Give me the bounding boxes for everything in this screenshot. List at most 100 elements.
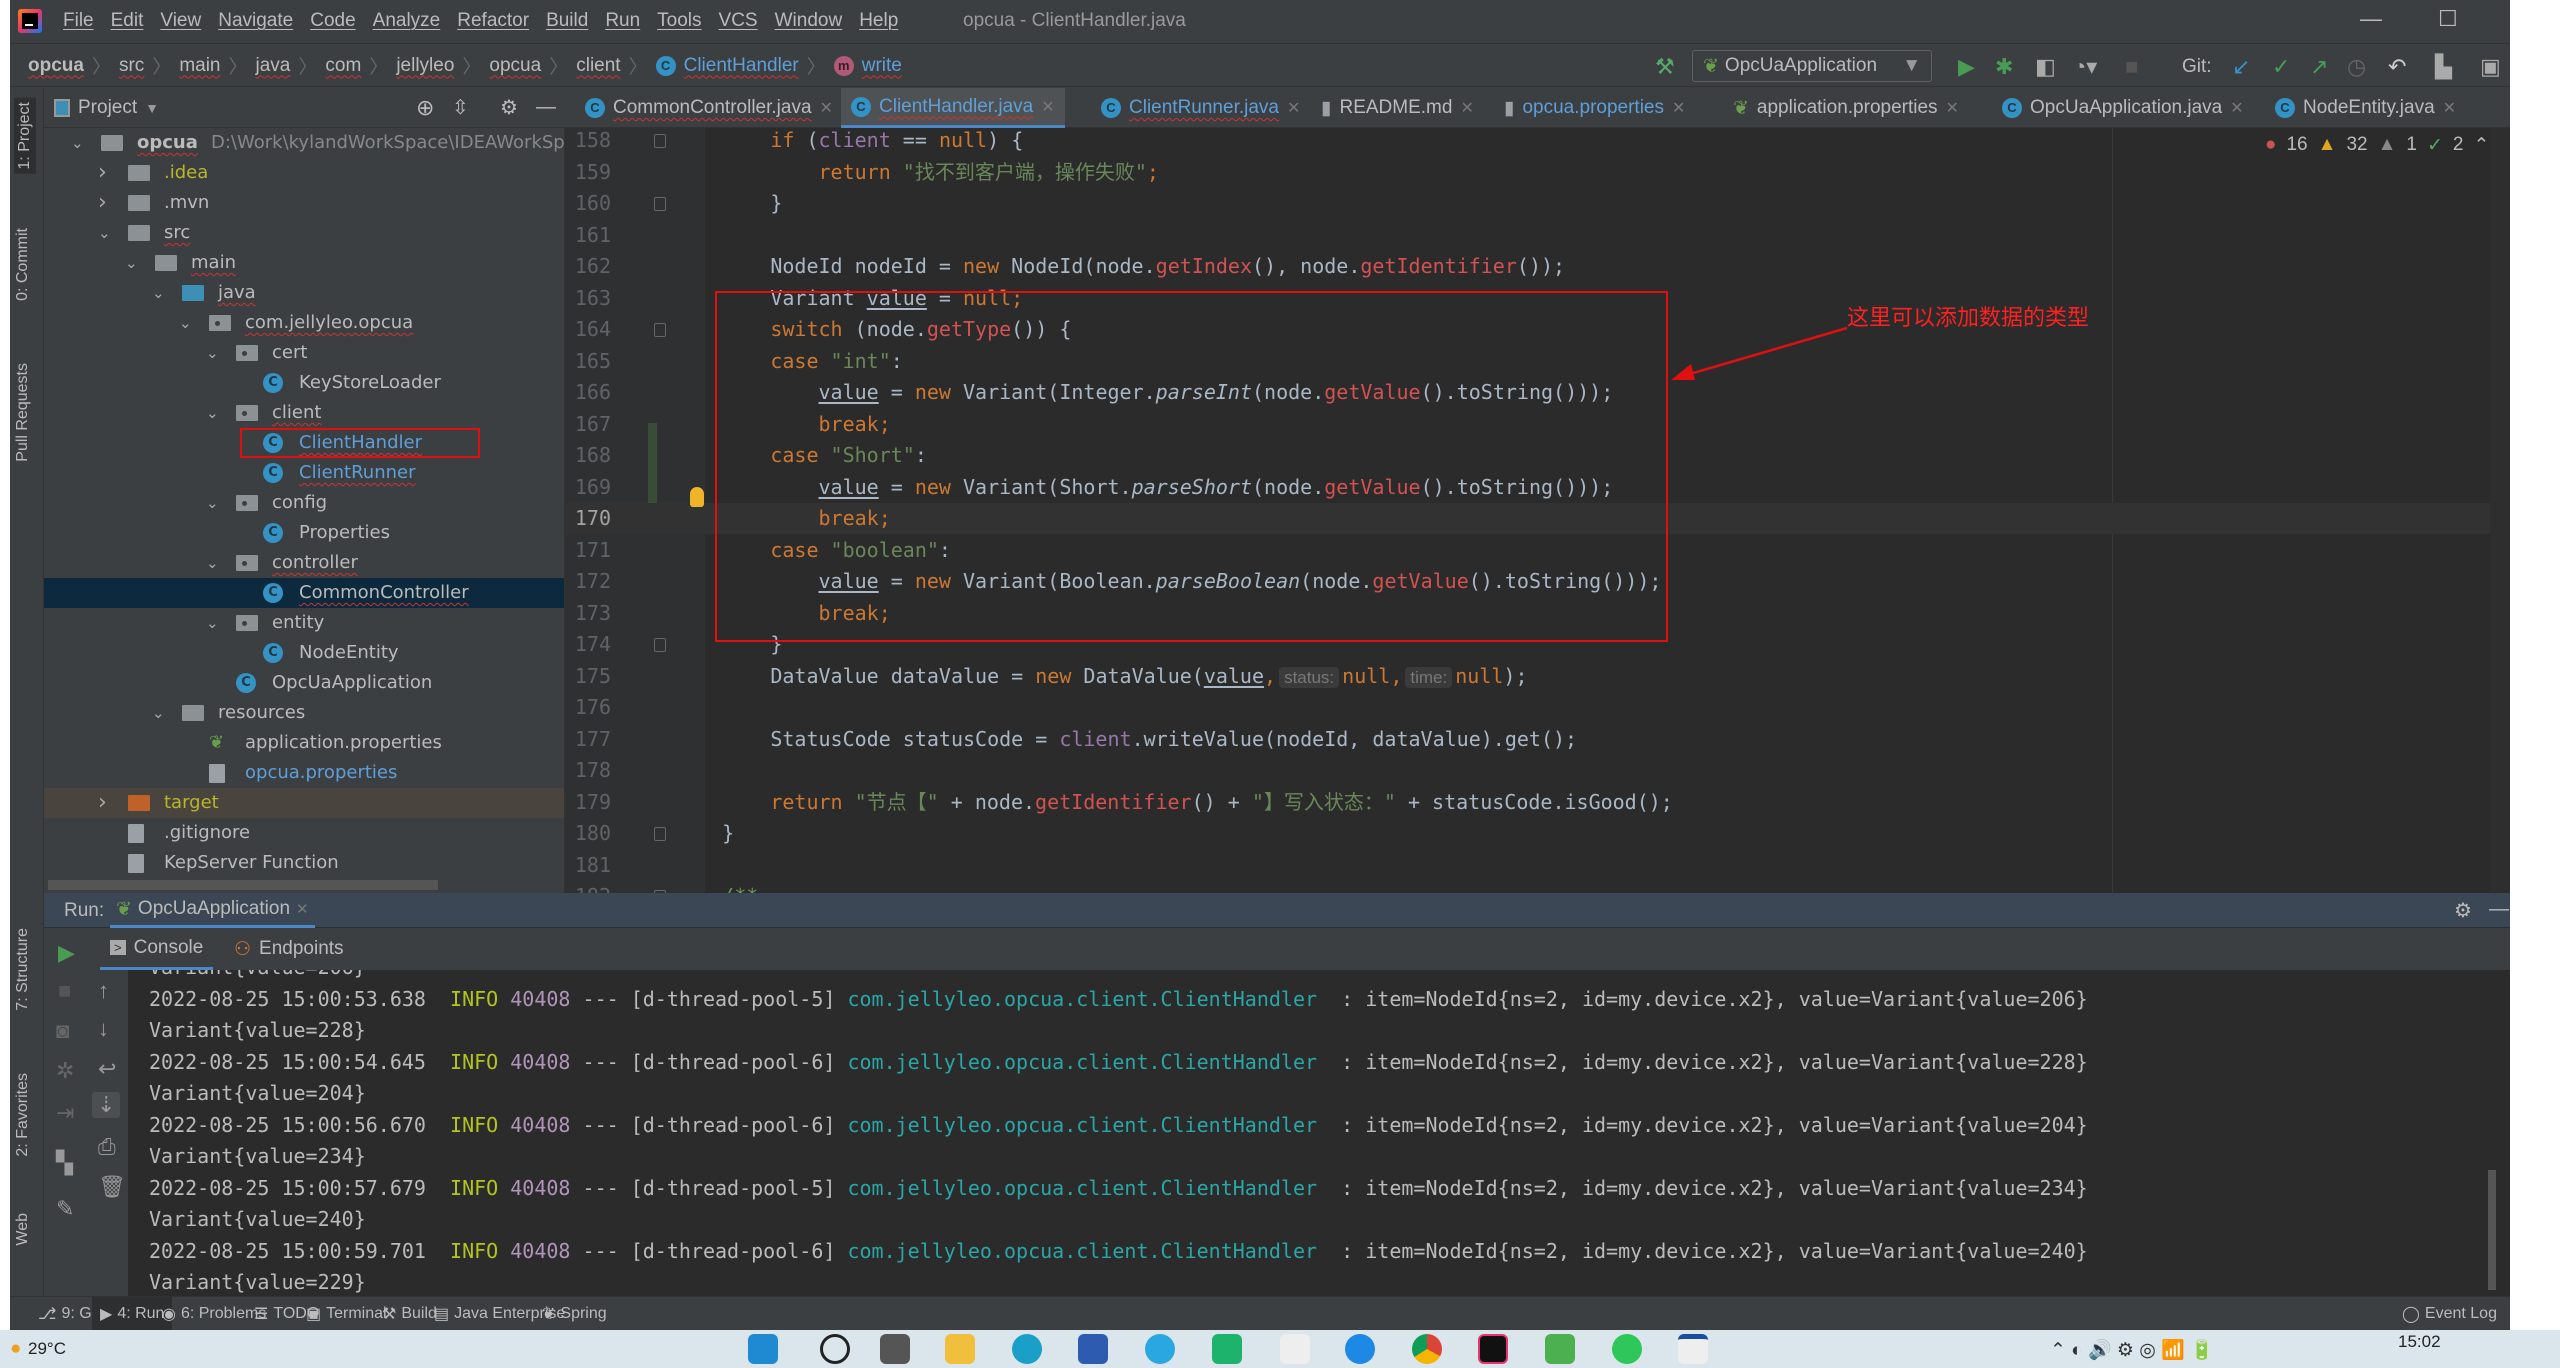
chevron-down-icon[interactable]: ⌄: [206, 548, 226, 578]
menu-refactor[interactable]: Refactor: [457, 10, 529, 32]
arrow-up-icon[interactable]: ↑: [98, 978, 109, 1004]
tree-item[interactable]: › target: [44, 788, 564, 818]
coverage-icon[interactable]: ◧: [2035, 54, 2056, 80]
tree-item[interactable]: ⌄ controller: [44, 548, 564, 578]
run-icon[interactable]: ▶: [1958, 54, 1975, 80]
menu-build[interactable]: Build: [546, 10, 588, 32]
minimize-button[interactable]: —: [2360, 6, 2382, 32]
tree-item[interactable]: C CommonController: [44, 578, 564, 608]
close-icon[interactable]: ✕: [1672, 98, 1685, 118]
tool-project[interactable]: 1: Project: [14, 98, 36, 174]
camera-icon[interactable]: ◙: [56, 1018, 69, 1044]
menu-view[interactable]: View: [160, 10, 201, 32]
menu-help[interactable]: Help: [859, 10, 898, 32]
store-icon[interactable]: [1078, 1334, 1108, 1364]
chevron-down-icon[interactable]: ⌄: [152, 698, 172, 728]
collapse-all-icon[interactable]: ⇳: [452, 95, 469, 120]
chevron-down-icon[interactable]: ⌄: [98, 218, 118, 248]
tree-item[interactable]: ⌄ entity: [44, 608, 564, 638]
chevron-down-icon[interactable]: ⌄: [179, 308, 199, 338]
app-icon[interactable]: [1545, 1334, 1575, 1364]
git-commit-icon[interactable]: ✓: [2272, 54, 2290, 80]
toggle-panel-icon[interactable]: ▣: [2480, 54, 2501, 80]
clock[interactable]: 15:02: [2398, 1332, 2441, 1352]
app-icon[interactable]: [1145, 1334, 1175, 1364]
event-log-button[interactable]: ◯ Event Log: [2402, 1304, 2497, 1324]
previous-highlight-icon[interactable]: ⌃: [2473, 134, 2489, 157]
trash-icon[interactable]: 🗑: [98, 1174, 126, 1200]
edge-icon[interactable]: [1012, 1334, 1042, 1364]
gear-icon[interactable]: ⚙: [500, 95, 518, 120]
tab-clienthandler-java[interactable]: C ClientHandler.java ✕: [841, 88, 1065, 128]
tree-item[interactable]: › .idea: [44, 158, 564, 188]
chevron-right-icon[interactable]: ›: [98, 188, 118, 218]
project-structure-icon[interactable]: ▙: [2435, 54, 2452, 80]
restore-icon[interactable]: ✲: [56, 1058, 74, 1084]
run-config-tab[interactable]: ❦ OpcUaApplication ✕: [110, 893, 315, 928]
fold-marker-icon[interactable]: [654, 638, 666, 652]
tool-commit[interactable]: 0: Commit: [14, 228, 32, 301]
lightbulb-icon[interactable]: [690, 487, 704, 507]
close-icon[interactable]: ✕: [820, 98, 833, 118]
tree-item[interactable]: KepServer Function: [44, 848, 564, 878]
tree-item[interactable]: ⌄ src: [44, 218, 564, 248]
tool-9-git[interactable]: ⎇ 9: Git: [38, 1304, 100, 1324]
task-view-icon[interactable]: [880, 1334, 910, 1364]
editor-scrollbar[interactable]: [2490, 128, 2510, 893]
tab-endpoints[interactable]: ⚇ Endpoints: [234, 928, 344, 970]
tab-opcua-properties[interactable]: ▮ opcua.properties ✕: [1494, 88, 1695, 128]
tab-console[interactable]: > Console: [100, 928, 214, 970]
profiler-icon[interactable]: ◔▾: [2073, 54, 2097, 80]
chevron-down-icon[interactable]: ⌄: [71, 128, 91, 158]
tool-favorites[interactable]: 2: Favorites: [14, 1073, 32, 1157]
chevron-down-icon[interactable]: ⌄: [206, 338, 226, 368]
tree-item[interactable]: opcua.properties: [44, 758, 564, 788]
chrome-icon[interactable]: [1412, 1334, 1442, 1364]
history-icon[interactable]: ◷: [2347, 54, 2366, 80]
tree-item[interactable]: ⌄ client: [44, 398, 564, 428]
file-explorer-icon[interactable]: [945, 1334, 975, 1364]
menu-run[interactable]: Run: [605, 10, 640, 32]
tab-opcuaapplication-java[interactable]: C OpcUaApplication.java ✕: [1992, 88, 2254, 128]
close-icon[interactable]: ✕: [1460, 98, 1473, 118]
tree-item[interactable]: ⌄ resources: [44, 698, 564, 728]
tab-readme-md[interactable]: ▮ README.md ✕: [1311, 88, 1484, 128]
fold-marker-icon[interactable]: [654, 197, 666, 211]
project-view-selector[interactable]: Project: [78, 97, 137, 119]
tree-item[interactable]: C KeyStoreLoader: [44, 368, 564, 398]
chevron-down-icon[interactable]: ⌄: [206, 488, 226, 518]
tree-horizontal-scrollbar[interactable]: [48, 880, 438, 890]
soft-wrap-icon[interactable]: ↩: [98, 1056, 116, 1082]
exit-icon[interactable]: ⇥: [56, 1100, 74, 1126]
locate-icon[interactable]: ⊕: [416, 95, 434, 121]
inspection-widget[interactable]: ●16 ▲32 ▲1 ✓2 ⌃⌄: [2265, 134, 2510, 157]
tree-item[interactable]: C ClientHandler: [44, 428, 564, 458]
layout-icon[interactable]: ▚: [56, 1150, 73, 1176]
intellij-icon[interactable]: [1478, 1334, 1508, 1364]
app-icon[interactable]: [1280, 1334, 1310, 1364]
tree-item[interactable]: ⌄ opcua D:\Work\kylandWorkSpace\IDEAWorkSp…: [44, 128, 564, 158]
menu-code[interactable]: Code: [310, 10, 355, 32]
chevron-down-icon[interactable]: ⌄: [125, 248, 145, 278]
chevron-down-icon[interactable]: ⌄: [206, 398, 226, 428]
tool-spring[interactable]: ❦ Spring: [542, 1304, 607, 1324]
chevron-down-icon[interactable]: ⌄: [206, 608, 226, 638]
app-icon[interactable]: [1212, 1334, 1242, 1364]
close-icon[interactable]: ✕: [296, 900, 309, 918]
close-icon[interactable]: ✕: [2443, 98, 2456, 118]
close-icon[interactable]: ✕: [1287, 98, 1300, 118]
tree-item[interactable]: ⌄ java: [44, 278, 564, 308]
wechat-icon[interactable]: [1612, 1334, 1642, 1364]
console-scrollbar[interactable]: [2488, 1170, 2496, 1290]
menu-edit[interactable]: Edit: [111, 10, 144, 32]
stop-icon[interactable]: ■: [2125, 54, 2138, 80]
git-update-icon[interactable]: ↙: [2232, 54, 2250, 80]
tool-web[interactable]: Web: [14, 1213, 32, 1246]
tree-item[interactable]: .gitignore: [44, 818, 564, 848]
scroll-to-end-icon[interactable]: ⇣: [92, 1092, 121, 1118]
tree-item[interactable]: C NodeEntity: [44, 638, 564, 668]
tree-item[interactable]: C ClientRunner: [44, 458, 564, 488]
start-icon[interactable]: [748, 1334, 778, 1364]
tab-commoncontroller-java[interactable]: C CommonController.java ✕: [575, 88, 843, 128]
chevron-right-icon[interactable]: ›: [98, 788, 118, 818]
